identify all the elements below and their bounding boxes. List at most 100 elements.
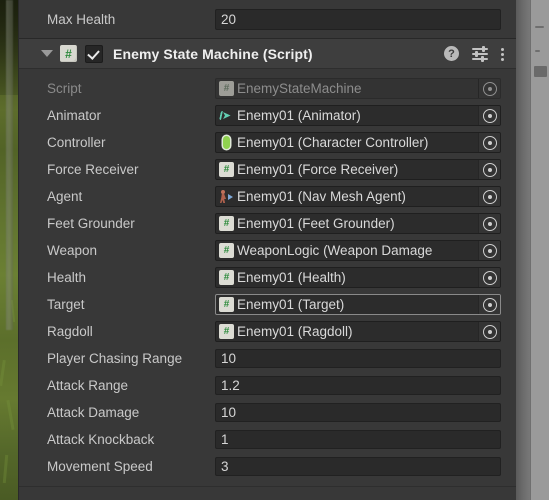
object-reference-value: Enemy01 (Character Controller) xyxy=(237,135,429,150)
property-label: Ragdoll xyxy=(47,324,93,339)
object-picker-button[interactable] xyxy=(478,295,500,314)
property-field: 1.2 xyxy=(215,376,517,395)
csharp-script-icon xyxy=(219,243,234,258)
panel-splitter[interactable] xyxy=(516,0,530,500)
number-input[interactable]: 1 xyxy=(215,430,501,449)
object-reference-value: Enemy01 (Feet Grounder) xyxy=(237,216,395,231)
csharp-script-icon xyxy=(60,45,77,62)
object-picker-button[interactable] xyxy=(478,187,500,206)
help-icon[interactable] xyxy=(444,46,459,61)
object-property-row: Force Receiver Enemy01 (Force Receiver) xyxy=(19,156,517,183)
property-label: Force Receiver xyxy=(47,162,139,177)
scene-tree-trunk xyxy=(6,0,13,330)
property-field: 10 xyxy=(215,403,517,422)
object-reference-field[interactable]: Enemy01 (Nav Mesh Agent) xyxy=(215,186,501,207)
object-picker-button[interactable] xyxy=(478,268,500,287)
object-field-list: Script EnemyStateMachine Animator Enemy01 (… xyxy=(19,75,517,345)
property-field: Enemy01 (Ragdoll) xyxy=(215,321,517,342)
csharp-script-icon xyxy=(219,162,234,177)
csharp-script-icon xyxy=(219,297,234,312)
target-circle-icon xyxy=(482,162,497,177)
scene-grass-blade xyxy=(2,454,9,484)
property-label: Max Health xyxy=(47,11,116,27)
object-reference-field[interactable]: Enemy01 (Feet Grounder) xyxy=(215,213,501,234)
object-reference-field[interactable]: Enemy01 (Health) xyxy=(215,267,501,288)
character-controller-capsule-icon xyxy=(219,135,234,150)
component-enabled-checkbox[interactable] xyxy=(85,44,103,63)
kebab-menu-icon[interactable] xyxy=(501,46,505,62)
component-title: Enemy State Machine (Script) xyxy=(113,45,313,62)
object-picker-button[interactable] xyxy=(478,322,500,341)
property-field: Enemy01 (Force Receiver) xyxy=(215,159,517,180)
max-health-input[interactable]: 20 xyxy=(215,8,501,30)
csharp-script-icon xyxy=(219,270,234,285)
object-picker-button[interactable] xyxy=(478,160,500,179)
scene-grass-blade xyxy=(0,359,6,387)
csharp-script-icon xyxy=(219,324,234,339)
object-reference-value: Enemy01 (Target) xyxy=(237,297,345,312)
number-property-row: Movement Speed 3 xyxy=(19,453,517,480)
object-picker-button[interactable] xyxy=(478,214,500,233)
object-picker-button[interactable] xyxy=(478,106,500,125)
preset-sliders-icon[interactable] xyxy=(472,46,488,62)
property-label: Attack Damage xyxy=(47,405,140,420)
property-row-max-health: Max Health 20 xyxy=(19,0,517,39)
property-field: Enemy01 (Health) xyxy=(215,267,517,288)
object-picker-button[interactable] xyxy=(478,133,500,152)
property-label: Attack Knockback xyxy=(47,432,155,447)
property-label: Weapon xyxy=(47,243,98,258)
adjacent-light-panel[interactable] xyxy=(530,0,549,500)
panel-content-box xyxy=(534,66,547,77)
object-property-row: Agent Enemy01 (Nav Mesh Agent) xyxy=(19,183,517,210)
object-property-row: Controller Enemy01 (Character Controller) xyxy=(19,129,517,156)
animator-icon xyxy=(219,108,234,123)
scene-view-sliver[interactable] xyxy=(0,0,18,500)
property-label: Controller xyxy=(47,135,106,150)
property-label: Target xyxy=(47,297,85,312)
component-header-icons xyxy=(444,46,509,62)
panel-content-line xyxy=(535,50,540,52)
object-reference-field[interactable]: Enemy01 (Force Receiver) xyxy=(215,159,501,180)
component-bottom-divider xyxy=(19,486,517,487)
property-label: Movement Speed xyxy=(47,459,153,474)
object-reference-value: Enemy01 (Ragdoll) xyxy=(237,324,353,339)
unity-editor-screenshot: Max Health 20 Enemy State Machine (Scrip… xyxy=(0,0,549,500)
number-property-row: Player Chasing Range 10 xyxy=(19,345,517,372)
object-reference-value: WeaponLogic (Weapon Damage xyxy=(237,243,433,258)
property-field: 1 xyxy=(215,430,517,449)
object-reference-field[interactable]: Enemy01 (Character Controller) xyxy=(215,132,501,153)
number-property-row: Attack Knockback 1 xyxy=(19,426,517,453)
component-header-enemy-state-machine[interactable]: Enemy State Machine (Script) xyxy=(19,39,517,69)
object-reference-field[interactable]: EnemyStateMachine xyxy=(215,78,501,99)
property-field: Enemy01 (Feet Grounder) xyxy=(215,213,517,234)
object-picker-button[interactable] xyxy=(478,241,500,260)
number-input[interactable]: 10 xyxy=(215,349,501,368)
target-circle-icon xyxy=(482,243,497,258)
target-circle-icon xyxy=(482,189,497,204)
property-label: Script xyxy=(47,81,82,96)
object-property-row: Health Enemy01 (Health) xyxy=(19,264,517,291)
triangle-down-icon[interactable] xyxy=(41,50,53,57)
panel-content-line xyxy=(535,26,544,28)
property-field: 20 xyxy=(215,8,517,30)
object-property-row: Script EnemyStateMachine xyxy=(19,75,517,102)
csharp-script-icon xyxy=(219,81,234,96)
number-input[interactable]: 1.2 xyxy=(215,376,501,395)
object-reference-field[interactable]: Enemy01 (Animator) xyxy=(215,105,501,126)
number-property-row: Attack Damage 10 xyxy=(19,399,517,426)
inspector-panel: Max Health 20 Enemy State Machine (Scrip… xyxy=(18,0,517,500)
object-property-row: Target Enemy01 (Target) xyxy=(19,291,517,318)
object-reference-value: EnemyStateMachine xyxy=(237,81,362,96)
number-input[interactable]: 10 xyxy=(215,403,501,422)
object-reference-field[interactable]: Enemy01 (Ragdoll) xyxy=(215,321,501,342)
property-field: Enemy01 (Character Controller) xyxy=(215,132,517,153)
target-circle-icon xyxy=(482,216,497,231)
property-field: Enemy01 (Nav Mesh Agent) xyxy=(215,186,517,207)
target-circle-icon xyxy=(482,270,497,285)
number-input[interactable]: 3 xyxy=(215,457,501,476)
object-reference-field[interactable]: WeaponLogic (Weapon Damage xyxy=(215,240,501,261)
object-property-row: Ragdoll Enemy01 (Ragdoll) xyxy=(19,318,517,345)
object-reference-field[interactable]: Enemy01 (Target) xyxy=(215,294,501,315)
property-field: EnemyStateMachine xyxy=(215,78,517,99)
object-picker-button[interactable] xyxy=(478,79,500,98)
